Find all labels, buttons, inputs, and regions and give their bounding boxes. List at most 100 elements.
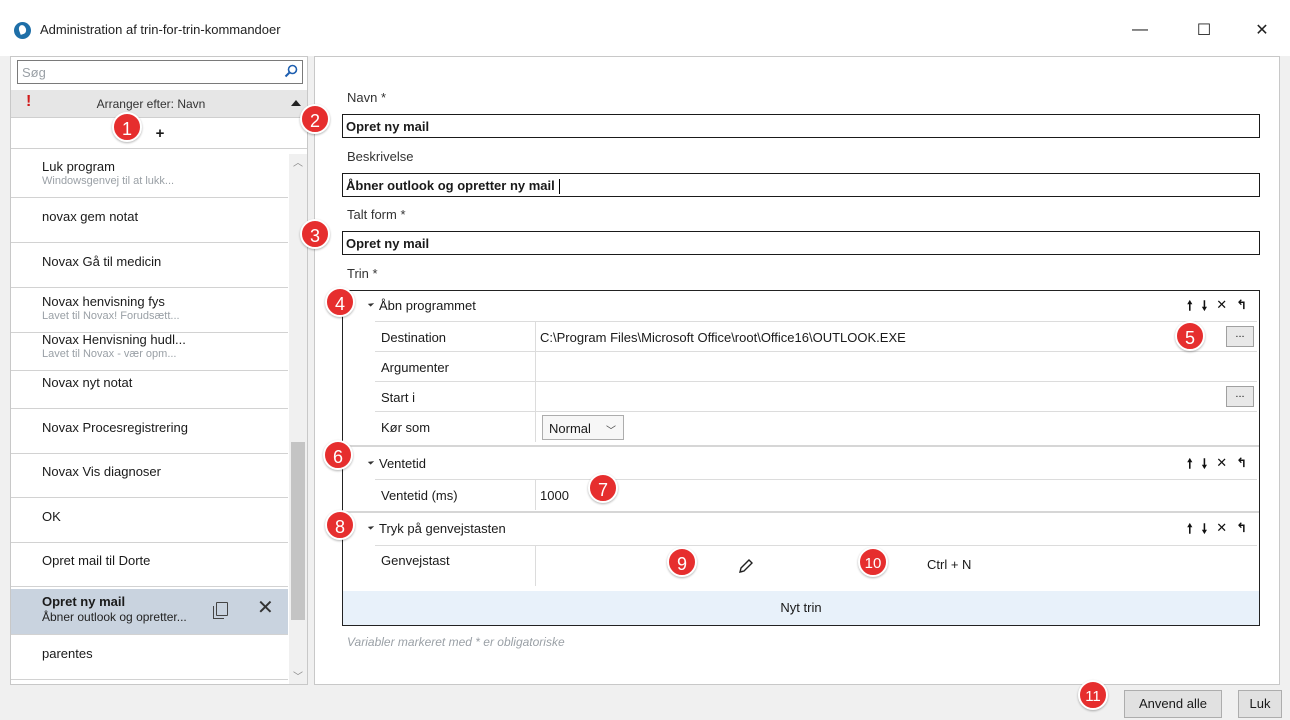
- list-item[interactable]: Luk program Windowsgenvej til at lukk...: [11, 154, 288, 198]
- apply-all-button[interactable]: Anvend alle: [1124, 690, 1222, 718]
- list-item-subtitle: Windowsgenvej til at lukk...: [42, 175, 175, 187]
- step-toolbar: 🠕 🠗 ✕ ↰: [1187, 455, 1247, 477]
- browse-destination-button[interactable]: ...: [1226, 326, 1254, 347]
- window-title: Administration af trin-for-trin-kommando…: [40, 22, 281, 37]
- steps-editor: Åbn programmet 🠕 🠗 ✕ ↰ Destination C:\Pr…: [342, 290, 1260, 626]
- annotation-badge: 1: [112, 112, 142, 142]
- list-item-title: Novax Vis diagnoser: [42, 464, 161, 479]
- move-up-icon[interactable]: 🠕: [1187, 520, 1193, 542]
- minimize-button[interactable]: —: [1118, 14, 1162, 46]
- destination-label: Destination: [381, 330, 447, 345]
- close-window-button[interactable]: ✕: [1240, 14, 1284, 46]
- description-field[interactable]: Åbner outlook og opretter ny mail: [342, 173, 1260, 197]
- remove-step-icon[interactable]: ✕: [1216, 455, 1227, 477]
- annotation-badge: 7: [588, 473, 618, 503]
- command-list: Luk program Windowsgenvej til at lukk...…: [11, 154, 288, 684]
- list-item-title: Opret ny mail: [42, 594, 126, 609]
- list-item-title: parentes: [42, 646, 93, 661]
- list-item-subtitle: Lavet til Novax - vær opm...: [42, 348, 177, 360]
- list-item[interactable]: parentes: [11, 636, 288, 680]
- collapse-triangle-icon[interactable]: [367, 300, 375, 307]
- arguments-row: Argumenter: [375, 351, 1257, 382]
- step-header-hotkey[interactable]: Tryk på genvejstasten 🠕 🠗 ✕ ↰: [343, 514, 1259, 542]
- sort-header[interactable]: ! Arranger efter: Navn: [11, 90, 307, 118]
- list-item-title: Luk program: [42, 159, 115, 174]
- collapse-triangle-icon[interactable]: [367, 523, 375, 530]
- move-up-icon[interactable]: 🠕: [1187, 297, 1193, 319]
- destination-value[interactable]: C:\Program Files\Microsoft Office\root\O…: [540, 330, 906, 345]
- duplicate-icon[interactable]: [213, 602, 228, 619]
- scroll-thumb[interactable]: [291, 442, 305, 620]
- step-header-open-program[interactable]: Åbn programmet 🠕 🠗 ✕ ↰: [343, 291, 1259, 319]
- pencil-icon[interactable]: [737, 557, 755, 575]
- start-in-label: Start i: [381, 390, 415, 405]
- hotkey-row: Genvejstast Ctrl + N: [375, 545, 1257, 586]
- list-item[interactable]: Novax Procesregistrering: [11, 410, 288, 454]
- move-up-icon[interactable]: 🠕: [1187, 455, 1193, 477]
- sort-ascending-icon[interactable]: [291, 100, 301, 106]
- add-command-button[interactable]: +: [11, 119, 307, 149]
- step-toolbar: 🠕 🠗 ✕ ↰: [1187, 520, 1247, 542]
- move-down-icon[interactable]: 🠗: [1202, 455, 1208, 477]
- list-item[interactable]: Novax Gå til medicin: [11, 244, 288, 288]
- annotation-badge: 8: [325, 510, 355, 540]
- new-step-button[interactable]: Nyt trin: [343, 591, 1259, 625]
- app-logo-icon: [14, 22, 31, 39]
- annotation-badge: 3: [300, 219, 330, 249]
- hotkey-value: Ctrl + N: [927, 557, 972, 572]
- run-as-select[interactable]: Normal ﹀: [542, 415, 624, 440]
- test-step-icon[interactable]: ↰: [1236, 455, 1247, 477]
- step-header-wait[interactable]: Ventetid 🠕 🠗 ✕ ↰: [343, 449, 1259, 477]
- chevron-down-icon: ﹀: [606, 426, 616, 437]
- steps-label: Trin *: [347, 266, 378, 281]
- annotation-badge: 4: [325, 287, 355, 317]
- run-as-row: Kør som Normal ﹀: [375, 411, 1257, 442]
- remove-step-icon[interactable]: ✕: [1216, 297, 1227, 319]
- test-step-icon[interactable]: ↰: [1236, 297, 1247, 319]
- description-value: Åbner outlook og opretter ny mail: [346, 178, 555, 193]
- annotation-badge: 5: [1175, 321, 1205, 351]
- list-item-title: Novax henvisning fys: [42, 294, 165, 309]
- move-down-icon[interactable]: 🠗: [1202, 520, 1208, 542]
- annotation-badge: 9: [667, 547, 697, 577]
- wait-value[interactable]: 1000: [540, 488, 569, 503]
- sort-label: Arranger efter: Navn: [96, 97, 206, 111]
- spoken-form-field[interactable]: Opret ny mail: [342, 231, 1260, 255]
- run-as-value: Normal: [549, 421, 591, 436]
- search-icon[interactable]: [284, 64, 298, 78]
- list-item-subtitle: Lavet til Novax! Forudsætt...: [42, 310, 180, 322]
- title-bar: Administration af trin-for-trin-kommando…: [0, 0, 1290, 56]
- name-field[interactable]: Opret ny mail: [342, 114, 1260, 138]
- close-button[interactable]: Luk: [1238, 690, 1282, 718]
- remove-step-icon[interactable]: ✕: [1216, 520, 1227, 542]
- maximize-button[interactable]: ☐: [1182, 14, 1226, 46]
- delete-icon[interactable]: ✕: [257, 595, 274, 620]
- search-field[interactable]: [17, 60, 303, 84]
- list-item-selected[interactable]: Opret ny mail Åbner outlook og opretter.…: [11, 589, 288, 635]
- list-item-title: Novax Henvisning hudl...: [42, 332, 186, 347]
- list-item[interactable]: Novax nyt notat: [11, 365, 288, 409]
- arguments-label: Argumenter: [381, 360, 449, 375]
- list-item[interactable]: novax gem notat: [11, 199, 288, 243]
- annotation-badge: 6: [323, 440, 353, 470]
- search-input[interactable]: [18, 61, 268, 83]
- step-title: Tryk på genvejstasten: [379, 521, 506, 536]
- start-in-row: Start i ...: [375, 381, 1257, 412]
- move-down-icon[interactable]: 🠗: [1202, 297, 1208, 319]
- collapse-triangle-icon[interactable]: [367, 458, 375, 465]
- annotation-badge: 10: [858, 547, 888, 577]
- list-item[interactable]: Opret mail til Dorte: [11, 543, 288, 587]
- list-item[interactable]: OK: [11, 499, 288, 543]
- scroll-up-icon[interactable]: ︿: [289, 154, 307, 170]
- list-item-title: Novax Procesregistrering: [42, 420, 188, 435]
- list-item-title: Opret mail til Dorte: [42, 553, 151, 568]
- list-item-title: OK: [42, 509, 61, 524]
- browse-start-in-button[interactable]: ...: [1226, 386, 1254, 407]
- scroll-down-icon[interactable]: ﹀: [289, 668, 307, 684]
- list-item[interactable]: Novax Vis diagnoser: [11, 454, 288, 498]
- required-hint: Variabler markeret med * er obligatorisk…: [347, 635, 565, 649]
- test-step-icon[interactable]: ↰: [1236, 520, 1247, 542]
- step-title: Åbn programmet: [379, 298, 476, 313]
- step-toolbar: 🠕 🠗 ✕ ↰: [1187, 297, 1247, 319]
- command-editor-panel: Navn * Opret ny mail Beskrivelse Åbner o…: [314, 56, 1280, 685]
